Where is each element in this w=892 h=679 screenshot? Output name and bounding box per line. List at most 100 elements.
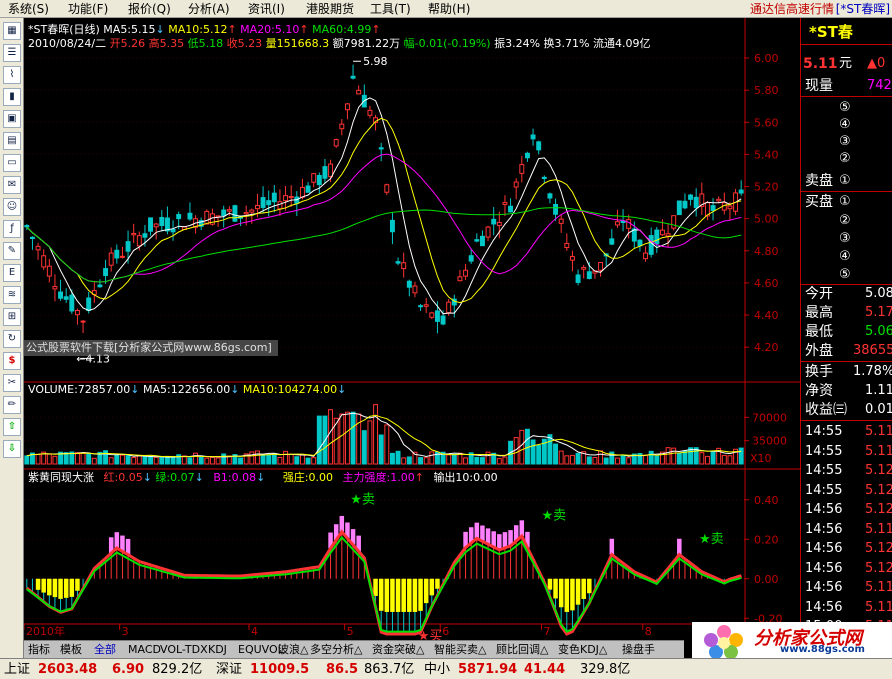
volume-readout: VOLUME:72857.00 [28,383,131,396]
sell-signal-label: ★卖 [542,509,567,524]
yellow-bar [429,578,435,596]
candlestick [322,166,328,179]
tab-item[interactable]: 智能买卖△ [434,642,486,658]
candlestick [333,139,339,147]
ma20-readout: MA20:5.10 [240,23,300,36]
candlestick [395,261,401,264]
y-tick-label: 5.00 [754,213,779,226]
fx-icon[interactable]: ƒ [3,220,21,238]
tab-item[interactable]: 指标 [28,642,50,658]
yellow-bar [35,578,41,590]
volume-bar [221,453,227,465]
volume-bar [294,456,300,465]
candlestick [384,184,390,193]
volume-bar [536,444,542,465]
stat-label: 收益㈢ [805,402,847,418]
window-icon[interactable]: ▣ [3,110,21,128]
volume-bar [148,456,154,465]
kline-chart[interactable]: 6.00 5.80 5.60 5.40 5.20 5.00 4.80 4.60 4.40 4.20… [24,18,800,640]
tab-item[interactable]: 资金突破△ [372,642,424,658]
menu-bar: 系统(S) 功能(F) 报价(Q) 分析(A) 资讯(I) 港股期货 工具(T)… [0,0,892,18]
sell-signal-label: ★卖 [699,532,724,547]
sidebar-volume-label: 现量 [805,78,833,94]
candlestick [288,196,294,199]
tab-item[interactable]: VOL-TDX [160,642,208,658]
mail-icon[interactable]: ✉ [3,176,21,194]
kline-icon[interactable]: ▮ [3,88,21,106]
volume-bar [86,453,92,465]
split-icon[interactable]: ⊞ [3,308,21,326]
volume-bar [283,450,289,465]
yellow-bar [69,578,75,597]
tab-item[interactable]: MACD [128,642,161,658]
yellow-bar [41,578,46,593]
menu-hk-futures[interactable]: 港股期货 [306,1,354,17]
arrow-down-icon[interactable]: ⇩ [3,440,21,458]
tick-time: 14:55 [805,482,843,498]
candlestick [159,216,165,227]
ma60-readout: MA60:4.99 [312,23,372,36]
table-icon[interactable]: ▤ [3,132,21,150]
sh-index-label: 上证 [4,662,31,677]
candlestick [446,301,452,314]
candlestick [52,285,58,290]
tab-item[interactable]: KDJ [208,642,227,658]
list-icon[interactable]: ☰ [3,44,21,62]
arrow-up-icon[interactable]: ⇧ [3,418,21,436]
volume-bar [654,455,660,465]
volume-bar [198,456,204,465]
menu-help[interactable]: 帮助(H) [428,1,470,17]
tab-item[interactable]: EQUVOL [238,642,284,658]
ma10-readout: MA10:5.12 [168,23,228,36]
candlestick [63,296,69,300]
vol-ma10-readout: MA10:104274.00 [242,383,338,396]
volume-bar [598,450,604,465]
volume-bar [474,456,480,465]
doc-icon[interactable]: ▭ [3,154,21,172]
volume-bar [389,452,395,465]
candlestick [136,235,142,247]
people-icon[interactable]: ☺ [3,198,21,216]
tab-item[interactable]: 顾比回调△ [496,642,548,658]
grid-icon[interactable]: ▦ [3,22,21,40]
tab-item[interactable]: 操盘手 [622,642,655,658]
volume-bar [378,434,384,465]
chart-area[interactable]: 6.00 5.80 5.60 5.40 5.20 5.00 4.80 4.60 4.40 4.20… [24,18,800,640]
x-tick-label: 5 [347,625,354,638]
tab-item[interactable]: 多空分析△ [310,642,362,658]
volume-bar [395,450,401,465]
stats-icon[interactable]: ≋ [3,286,21,304]
volume-bar [91,457,97,465]
tab-item[interactable]: 全部 [94,642,116,658]
candlestick [468,255,474,262]
volume-bar [418,457,424,465]
line-chart-icon[interactable]: ⌇ [3,66,21,84]
menu-function[interactable]: 功能(F) [68,1,108,17]
wrench-icon[interactable]: ✂ [3,374,21,392]
candlestick [530,134,536,140]
refresh-icon[interactable]: ↻ [3,330,21,348]
volume-bar [710,451,716,465]
candlestick [406,280,412,288]
sz-index-amount: 863.7亿 [364,662,415,677]
menu-system[interactable]: 系统(S) [8,1,49,17]
menu-quote[interactable]: 报价(Q) [128,1,171,17]
pencil-icon[interactable]: ✏ [3,396,21,414]
candlestick [479,235,485,247]
volume-bar [350,411,356,465]
etf-icon[interactable]: E [3,264,21,282]
volume-bar [249,451,255,465]
menu-tools[interactable]: 工具(T) [370,1,411,17]
tab-item[interactable]: 变色KDJ△ [558,642,607,658]
volume-bar [103,450,109,465]
tab-item[interactable]: 波浪△ [278,642,308,658]
menu-info[interactable]: 资讯(I) [248,1,285,17]
menu-analysis[interactable]: 分析(A) [188,1,230,17]
money-icon[interactable]: $ [3,352,21,370]
volume-bar [316,415,322,465]
stat-value: 1.78% [853,364,892,379]
tab-item[interactable]: 模板 [60,642,82,658]
left-toolbar: ▦ ☰ ⌇ ▮ ▣ ▤ ▭ ✉ ☺ ƒ ✎ E ≋ ⊞ ↻ $ ✂ ✏ ⇧ ⇩ [0,18,24,658]
indicator-strong: 强庄:0.00 [282,471,334,484]
tool-icon[interactable]: ✎ [3,242,21,260]
